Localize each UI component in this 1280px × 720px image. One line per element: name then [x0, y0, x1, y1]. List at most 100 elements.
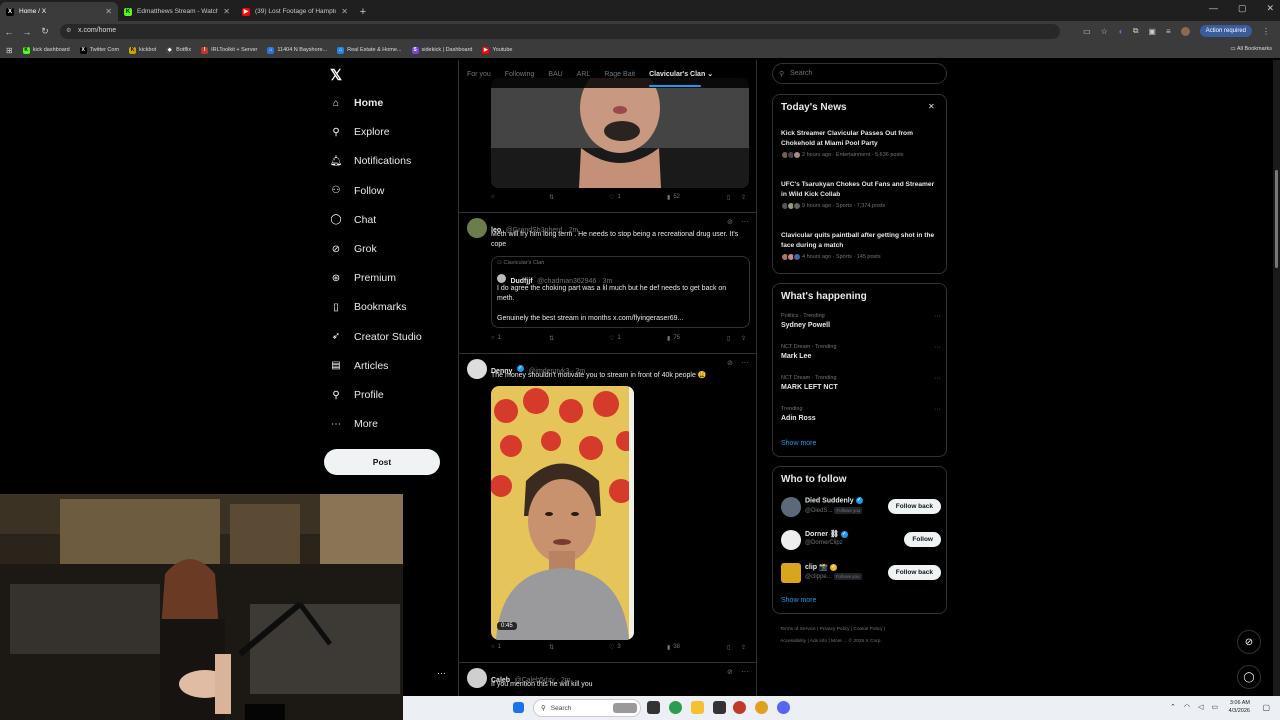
- avatar[interactable]: [467, 218, 487, 238]
- like-icon[interactable]: ♡ 1: [609, 335, 621, 342]
- nav-item-profile[interactable]: ⚲ Profile: [330, 389, 383, 401]
- nav-item-home[interactable]: ⌂ Home: [330, 97, 383, 109]
- repost-icon[interactable]: ⇅: [549, 644, 557, 651]
- avatar[interactable]: [467, 359, 487, 379]
- action-required-button[interactable]: Action required: [1199, 25, 1252, 37]
- views-icon[interactable]: ▮ 38: [667, 644, 680, 651]
- bookmark-botflix[interactable]: ◆ Botflix: [166, 46, 191, 54]
- grok-icon[interactable]: ⊘: [727, 359, 733, 367]
- post-more-icon[interactable]: ···: [741, 217, 749, 226]
- trend-item[interactable]: Politics · Trending Sydney Powell ···: [781, 313, 941, 329]
- site-info-icon[interactable]: ⚙: [66, 27, 71, 34]
- more-link[interactable]: More ...: [831, 639, 847, 644]
- nav-item-chat[interactable]: ◯ Chat: [330, 214, 376, 226]
- trend-item[interactable]: NCT Dream · Trending MARK LEFT NCT ···: [781, 375, 941, 391]
- nav-item-articles[interactable]: ▤ Articles: [330, 360, 388, 372]
- tab-rage-bait[interactable]: Rage Bait: [604, 71, 635, 78]
- tab-bau[interactable]: BAU: [548, 71, 562, 78]
- post-media-image[interactable]: [491, 78, 749, 188]
- grok-icon[interactable]: ⊘: [727, 668, 733, 676]
- scrollbar-thumb[interactable]: [1275, 170, 1278, 268]
- avatar[interactable]: [467, 668, 487, 688]
- terms-link[interactable]: Terms of Service: [780, 627, 816, 632]
- avatar[interactable]: [781, 530, 801, 550]
- new-tab-button[interactable]: +: [354, 2, 372, 21]
- reply-icon[interactable]: ○ 1: [491, 335, 501, 341]
- tray-chevron-icon[interactable]: ⌃: [1170, 703, 1176, 711]
- bookmark-youtube[interactable]: ▶ Youtube: [482, 46, 512, 54]
- puzzle-icon[interactable]: ⧉: [1133, 26, 1139, 36]
- like-icon[interactable]: ♡ 3: [609, 644, 621, 651]
- close-tab-icon[interactable]: ✕: [105, 7, 112, 16]
- quoted-post[interactable]: ⚇ Clavicular's Clan Dudfjjf @chadman3629…: [491, 256, 750, 328]
- bookmark-kickbot[interactable]: Kkickbot: [129, 46, 156, 54]
- avatar[interactable]: [781, 563, 801, 583]
- news-item[interactable]: UFC's Tsarukyan Chokes Out Fans and Stre…: [781, 180, 941, 210]
- follow-suggestion[interactable]: Died Suddenly ✓ @DiedS... Follows you Fol…: [781, 495, 941, 521]
- taskview-icon[interactable]: [647, 701, 660, 714]
- back-icon[interactable]: ←: [0, 27, 18, 37]
- bookmark-twitter[interactable]: X Twitter Com: [79, 46, 119, 54]
- account-more-icon[interactable]: ···: [437, 668, 446, 678]
- bookmark-bayshore[interactable]: ⌂ 11404 N Bayshore...: [267, 46, 327, 54]
- browser-tab-youtube[interactable]: ▶ (39) Lost Footage of Hampton ✕: [236, 2, 354, 21]
- post-video[interactable]: 0:45: [491, 386, 634, 640]
- start-icon[interactable]: [513, 702, 524, 713]
- tab-following[interactable]: Following: [505, 71, 535, 78]
- widgets-icon[interactable]: [613, 703, 637, 713]
- profile-avatar-icon[interactable]: [1180, 26, 1190, 36]
- views-icon[interactable]: ▮ 52: [667, 194, 680, 201]
- follow-back-button[interactable]: Follow back: [887, 565, 941, 580]
- cookie-link[interactable]: Cookie Policy: [853, 627, 882, 632]
- privacy-link[interactable]: Privacy Policy: [820, 627, 850, 632]
- url-bar[interactable]: ⚙ x.com/home: [60, 24, 1060, 39]
- nav-item-bookmarks[interactable]: ▯ Bookmarks: [330, 301, 406, 313]
- nav-item-grok[interactable]: ⊘ Grok: [330, 243, 377, 255]
- network-icon[interactable]: ◠: [1184, 703, 1190, 711]
- news-item[interactable]: Kick Streamer Clavicular Passes Out from…: [781, 129, 941, 159]
- nav-item-notifications[interactable]: 🔔︎ Notifications: [330, 155, 412, 167]
- discord-icon[interactable]: [777, 701, 790, 714]
- trend-item[interactable]: NCT Dream · Trending Mark Lee ···: [781, 344, 941, 360]
- close-window-icon[interactable]: ✕: [1266, 3, 1274, 14]
- share-icon[interactable]: ⇪: [741, 644, 746, 651]
- ads-info-link[interactable]: Ads info: [810, 639, 827, 644]
- repost-icon[interactable]: ⇅: [549, 335, 557, 342]
- follow-button[interactable]: Follow: [904, 532, 941, 547]
- sidebar-icon[interactable]: ▣: [1148, 27, 1156, 36]
- accessibility-link[interactable]: Accessibility: [780, 639, 806, 644]
- battery-icon[interactable]: ▭: [1211, 703, 1218, 711]
- nav-item-follow[interactable]: ⚇ Follow: [330, 185, 385, 197]
- close-tab-icon[interactable]: ✕: [223, 7, 230, 16]
- avatar[interactable]: [781, 497, 801, 517]
- bookmark-irltoolkit[interactable]: I IRLToolkit + Server: [201, 46, 257, 54]
- follow-back-button[interactable]: Follow back: [887, 499, 941, 514]
- share-icon[interactable]: ⇪: [741, 335, 746, 342]
- close-tab-icon[interactable]: ✕: [341, 7, 348, 16]
- maximize-icon[interactable]: ▢: [1238, 3, 1247, 14]
- install-icon[interactable]: ▭: [1083, 27, 1091, 36]
- grok-icon[interactable]: ⊘: [727, 218, 733, 226]
- file-explorer-icon[interactable]: [691, 701, 704, 714]
- post-more-icon[interactable]: ···: [741, 667, 749, 676]
- tab-clavicular-clan[interactable]: Clavicular's Clan ⌄: [649, 70, 713, 87]
- apps-grid-icon[interactable]: ⊞: [6, 46, 13, 55]
- chrome-icon[interactable]: [669, 701, 682, 714]
- views-icon[interactable]: ▮ 75: [667, 335, 680, 342]
- grok-fab-icon[interactable]: ⊘: [1237, 630, 1261, 654]
- trend-more-icon[interactable]: ···: [934, 375, 941, 382]
- close-icon[interactable]: ✕: [928, 102, 935, 111]
- extension-icon[interactable]: ◖: [1118, 27, 1123, 36]
- browser-tab-home[interactable]: X Home / X ✕: [0, 2, 118, 21]
- news-item[interactable]: Clavicular quits paintball after getting…: [781, 231, 941, 261]
- bookmark-real-estate[interactable]: ⌂ Real Estate & Home...: [337, 46, 402, 54]
- bookmark-icon[interactable]: ▯: [727, 644, 730, 651]
- chrome-icon[interactable]: [755, 701, 768, 714]
- page-scrollbar[interactable]: [1273, 60, 1280, 696]
- bookmark-icon[interactable]: ▯: [727, 335, 730, 342]
- follow-suggestion[interactable]: clip 📸 ✓ @clippe... Follows you Follow ba…: [781, 561, 941, 587]
- nav-item-more[interactable]: ⋯ More: [330, 418, 378, 430]
- like-icon[interactable]: ♡ 1: [609, 194, 621, 201]
- show-more-link[interactable]: Show more: [781, 440, 816, 447]
- menu-lines-icon[interactable]: ≡: [1166, 27, 1171, 36]
